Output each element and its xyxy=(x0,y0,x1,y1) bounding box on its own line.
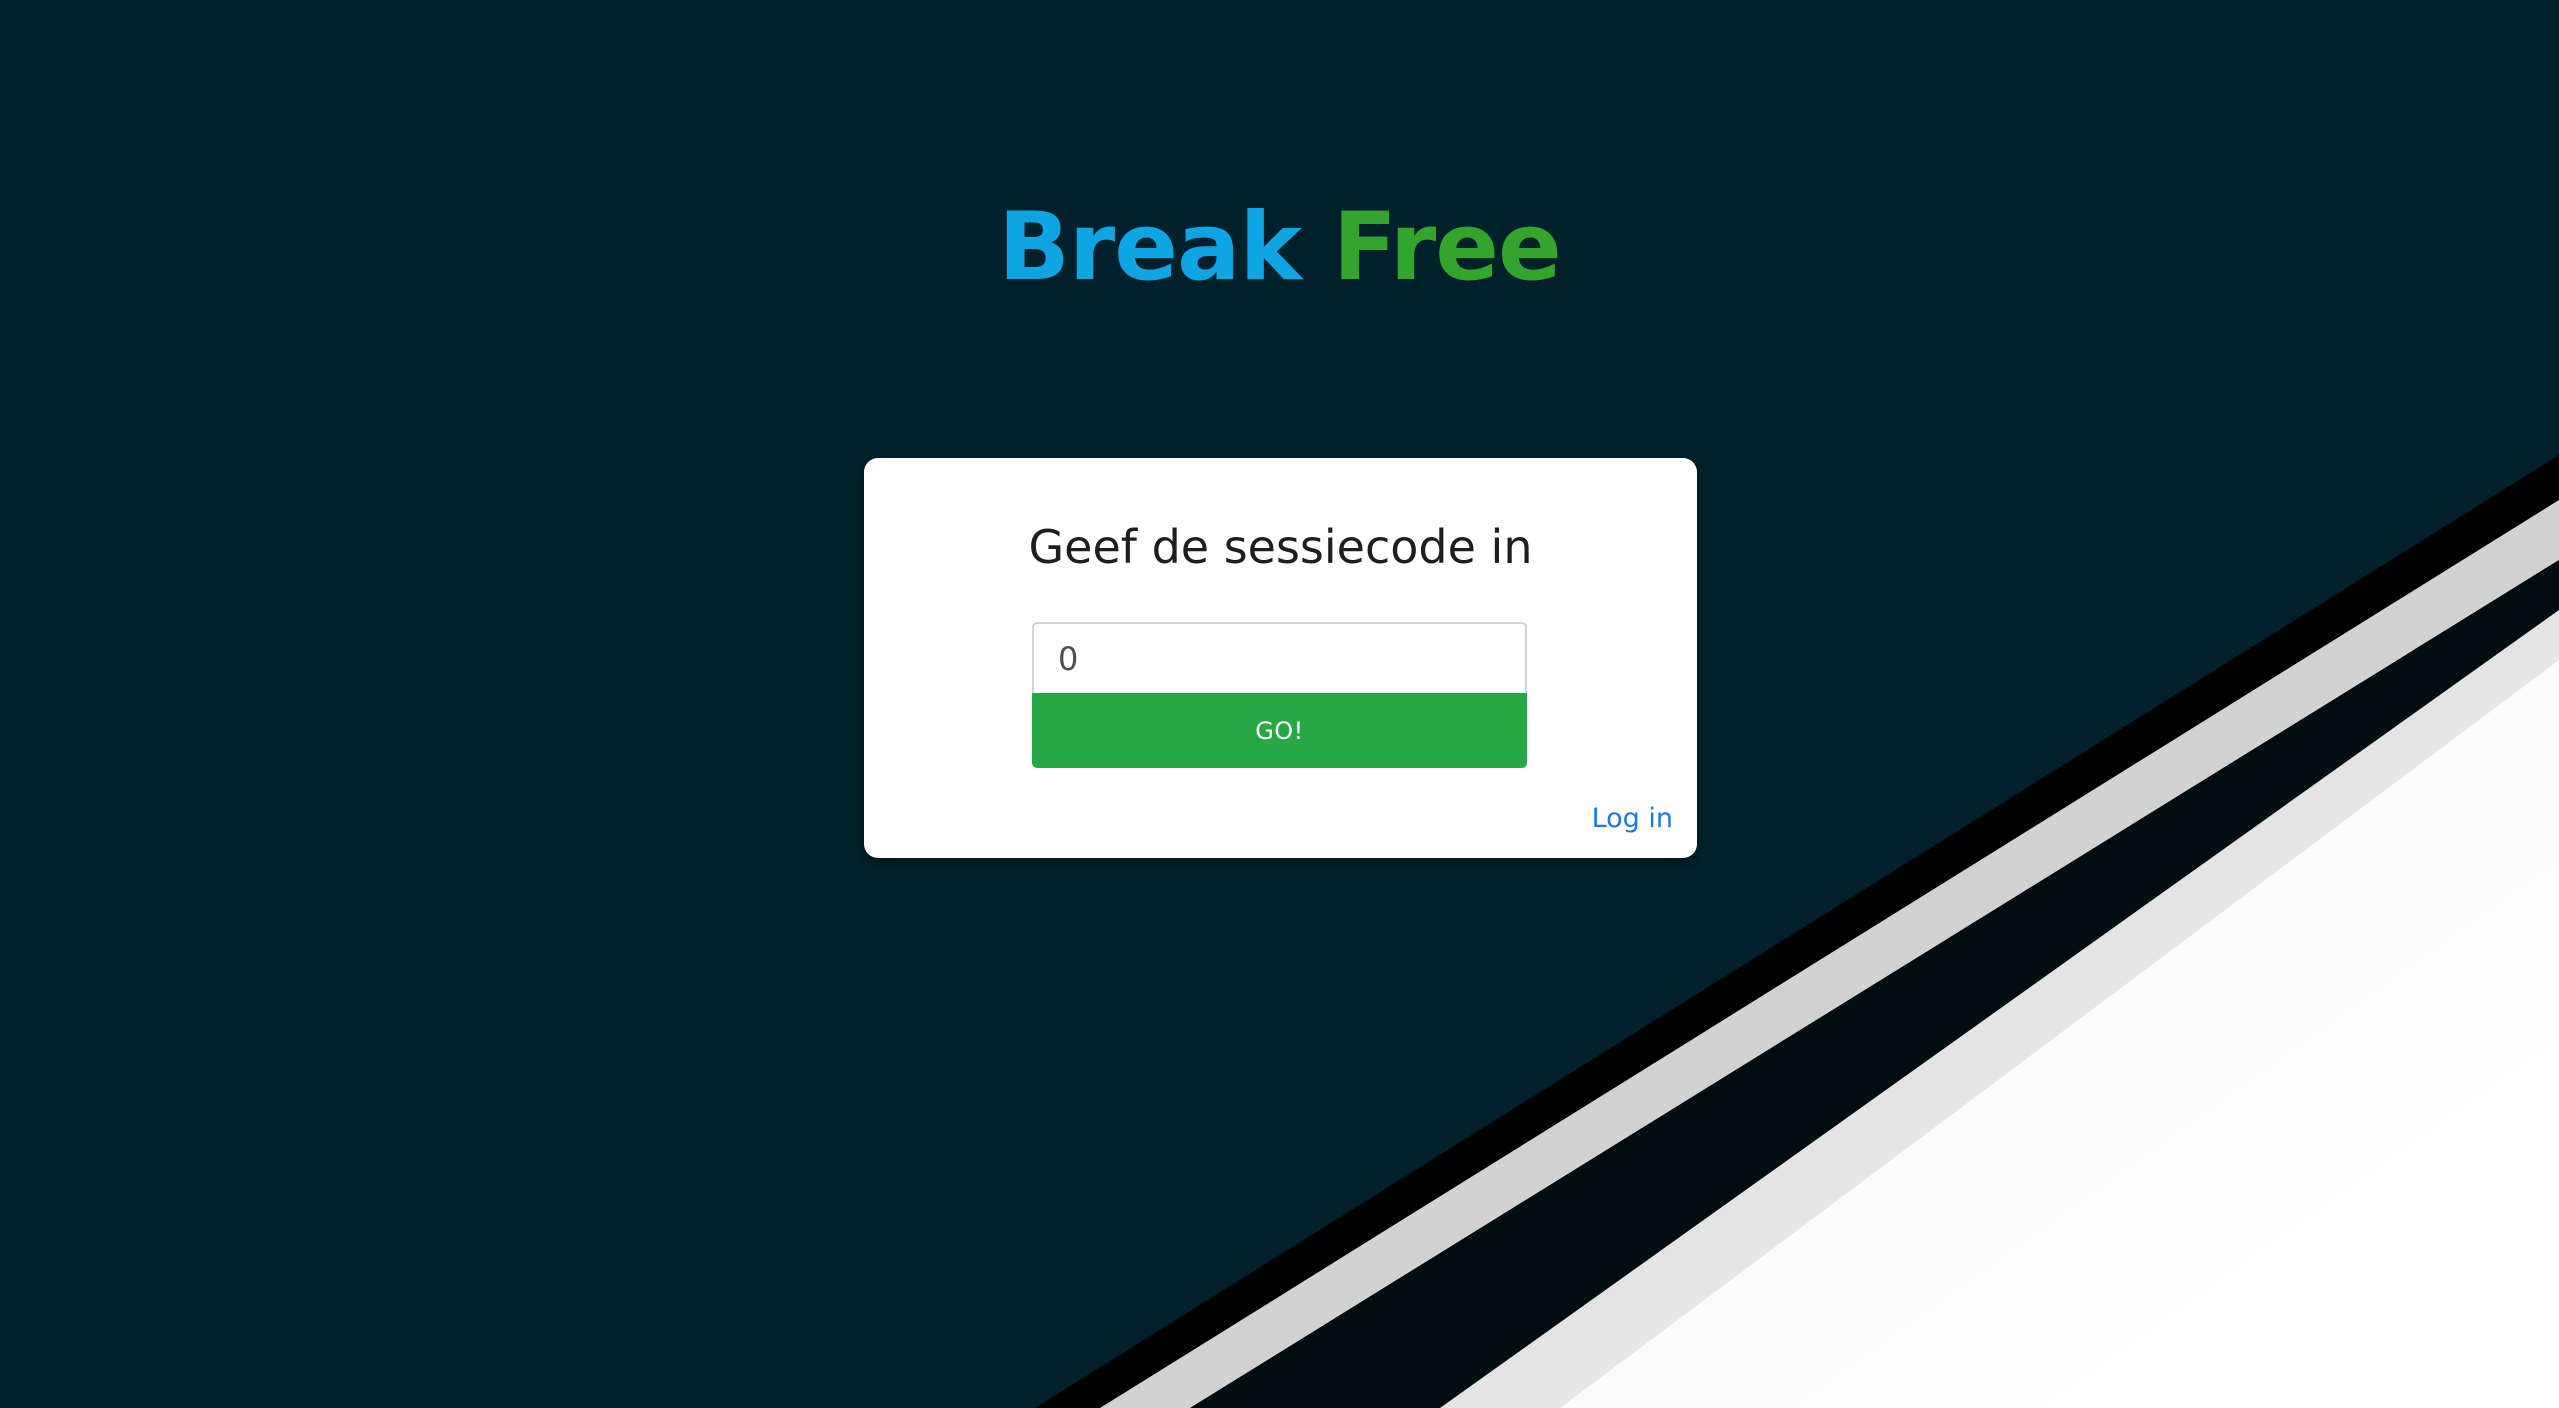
card-title: Geef de sessiecode in xyxy=(1028,520,1533,574)
session-code-input[interactable] xyxy=(1032,622,1527,693)
logo-word-break: Break xyxy=(998,193,1302,302)
app-logo: Break Free xyxy=(0,196,2559,299)
session-code-card: Geef de sessiecode in GO! Log in xyxy=(864,458,1697,858)
logo-word-free: Free xyxy=(1332,193,1562,302)
login-link[interactable]: Log in xyxy=(1592,803,1673,834)
go-button[interactable]: GO! xyxy=(1032,693,1527,768)
